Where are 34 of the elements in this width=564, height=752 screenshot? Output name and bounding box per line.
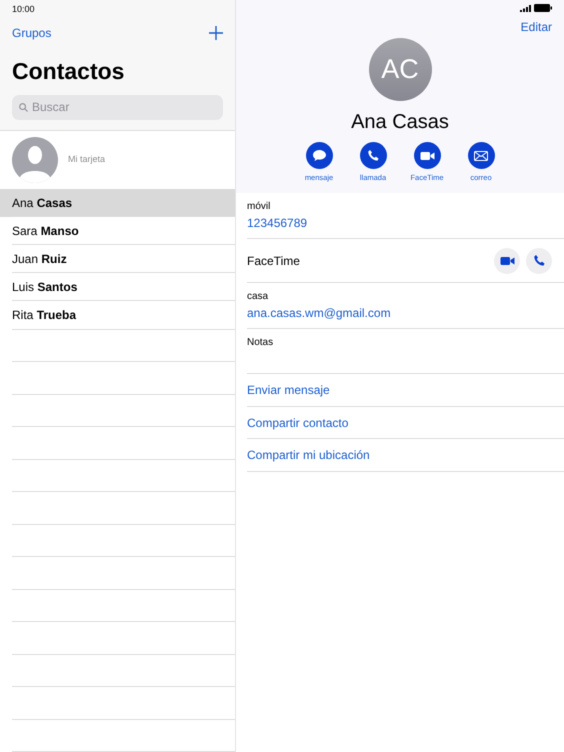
facetime-label: FaceTime: [247, 252, 300, 270]
contact-row[interactable]: Ana Casas: [0, 188, 235, 217]
video-camera-icon: [414, 142, 440, 169]
contact-name: Ana Casas: [350, 110, 450, 135]
contact-row[interactable]: Juan Ruiz: [0, 244, 235, 274]
phone-icon: [532, 254, 546, 268]
action-link[interactable]: Compartir contacto: [247, 406, 564, 440]
page-title: Contactos: [12, 57, 126, 86]
video-camera-icon: [500, 256, 514, 266]
contact-row[interactable]: Sara Manso: [0, 216, 235, 245]
person-avatar-icon: [12, 136, 58, 182]
speech-bubble-icon: [306, 142, 332, 169]
contact-avatar: AC: [368, 38, 432, 101]
field-label: móvil: [247, 200, 272, 214]
phone-icon: [360, 142, 386, 169]
signal-icon: [520, 4, 531, 12]
add-icon[interactable]: [209, 26, 223, 40]
action-link[interactable]: Enviar mensaje: [247, 374, 564, 407]
my-card-label[interactable]: Mi tarjeta: [68, 152, 106, 166]
video-call-button[interactable]: [494, 248, 520, 274]
contact-row[interactable]: Rita Trueba: [0, 301, 235, 330]
field-value[interactable]: ana.casas.wm@gmail.com: [247, 304, 564, 322]
action-link[interactable]: Compartir mi ubicación: [247, 439, 564, 472]
battery-icon: [534, 4, 552, 12]
field-label: casa: [247, 290, 270, 304]
envelope-icon: [468, 142, 494, 169]
contact-row[interactable]: Luis Santos: [0, 273, 235, 302]
groups-link[interactable]: Grupos: [12, 24, 52, 42]
edit-link[interactable]: Editar: [520, 18, 552, 36]
status-time: 10:00: [12, 3, 36, 16]
audio-call-button[interactable]: [526, 248, 552, 274]
search-field[interactable]: Buscar: [12, 94, 223, 120]
notes-label: Notas: [247, 336, 274, 350]
field-value[interactable]: 123456789: [247, 214, 564, 232]
